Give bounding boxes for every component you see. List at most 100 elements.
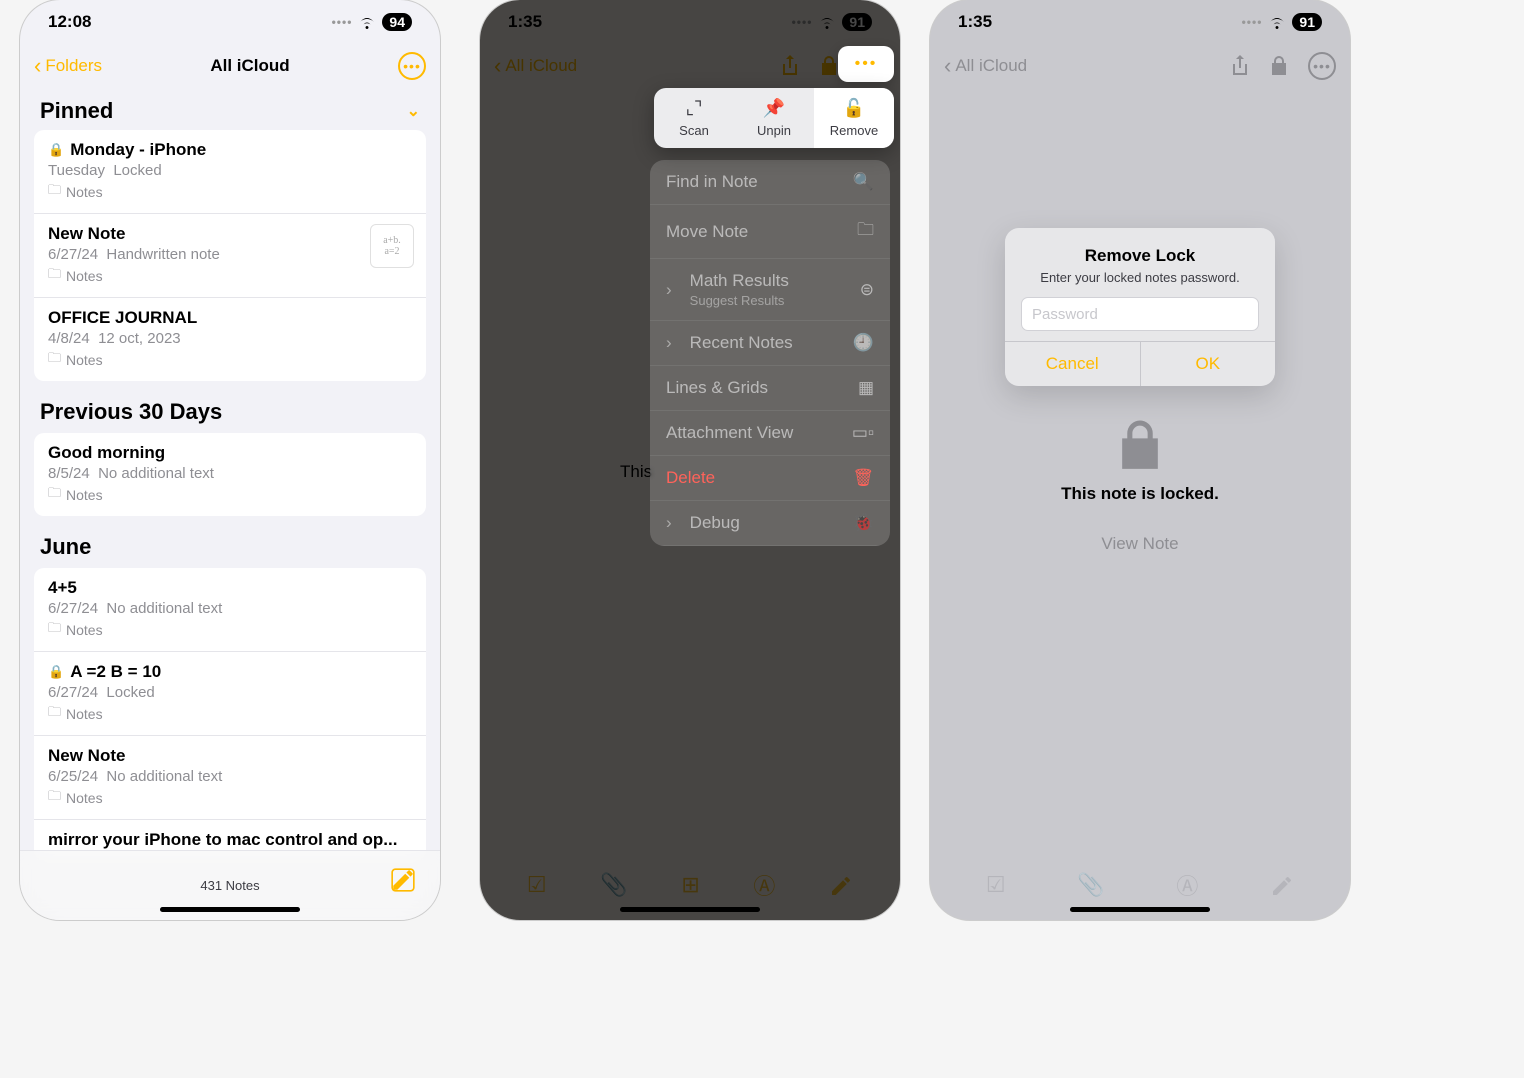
section-june-header: June <box>20 516 440 568</box>
text-style-icon[interactable]: Ⓐ <box>753 869 775 901</box>
lock-icon[interactable] <box>1270 55 1288 78</box>
back-button[interactable]: ‹ All iCloud <box>944 53 1027 79</box>
note-subtitle: 6/27/24 Handwritten note <box>48 246 412 263</box>
screen-notes-list: 12:08 •••• 94 ‹ Folders All iCloud ••• P… <box>20 0 440 920</box>
compose-button[interactable] <box>390 867 416 893</box>
note-thumbnail: a+b. a=2 <box>370 224 414 268</box>
note-folder: 🗀 Notes <box>48 181 412 203</box>
menu-recent-label: Recent Notes <box>690 333 793 353</box>
note-subtitle: 6/27/24 Locked <box>48 684 412 701</box>
cancel-button[interactable]: Cancel <box>1005 342 1141 386</box>
view-note-button[interactable]: View Note <box>930 534 1350 554</box>
menu-math[interactable]: › Math Results Suggest Results ⊜ <box>650 259 890 321</box>
menu-find[interactable]: Find in Note 🔍 <box>650 160 890 205</box>
folder-icon: 🗀 <box>48 181 61 203</box>
action-unpin[interactable]: 📌 Unpin <box>734 88 814 148</box>
back-label: All iCloud <box>505 56 577 76</box>
bug-icon: 🐞 <box>853 513 874 533</box>
note-title: Monday - iPhone <box>70 140 206 160</box>
context-menu: Find in Note 🔍 Move Note 🗀 › Math Result… <box>650 160 890 546</box>
action-scan-label: Scan <box>679 123 709 138</box>
menu-math-sub: Suggest Results <box>690 293 789 308</box>
menu-delete[interactable]: Delete 🗑 <box>650 456 890 501</box>
menu-lines[interactable]: Lines & Grids ▦ <box>650 366 890 411</box>
note-row[interactable]: New Note 6/25/24 No additional text 🗀 No… <box>34 736 426 820</box>
back-label: All iCloud <box>955 56 1027 76</box>
section-pinned-header[interactable]: Pinned ⌄ <box>20 88 440 130</box>
menu-move[interactable]: Move Note 🗀 <box>650 205 890 259</box>
alert-title: Remove Lock <box>1021 246 1259 266</box>
note-row[interactable]: 4+5 6/27/24 No additional text 🗀 Notes <box>34 568 426 652</box>
action-remove[interactable]: 🔓 Remove <box>814 88 894 148</box>
note-row[interactable]: 🔒 Monday - iPhone Tuesday Locked 🗀 Notes <box>34 130 426 214</box>
more-button[interactable]: ••• <box>398 52 426 80</box>
checklist-icon[interactable]: ☑ <box>527 872 547 898</box>
attachment-icon: 📎 <box>1077 872 1104 898</box>
action-row: ⌞⌝ Scan 📌 Unpin 🔓 Remove <box>654 88 894 148</box>
note-folder: 🗀 Notes <box>48 703 412 725</box>
note-folder: 🗀 Notes <box>48 265 412 287</box>
note-subtitle: 4/8/24 12 oct, 2023 <box>48 330 412 347</box>
navbar: ‹ Folders All iCloud ••• <box>20 44 440 88</box>
folder-icon: 🗀 <box>48 349 61 371</box>
menu-attachment-label: Attachment View <box>666 423 793 443</box>
status-time: 1:35 <box>958 12 992 32</box>
chevron-right-icon: › <box>666 280 672 300</box>
back-button[interactable]: ‹ All iCloud <box>494 53 577 79</box>
wifi-icon <box>1268 12 1286 32</box>
navbar: ‹ All iCloud ••• <box>930 44 1350 88</box>
note-row[interactable]: New Note 6/27/24 Handwritten note 🗀 Note… <box>34 214 426 298</box>
note-row[interactable]: 🔒 A =2 B = 10 6/27/24 Locked 🗀 Notes <box>34 652 426 736</box>
clock-icon: 🕘 <box>853 333 874 353</box>
note-title: New Note <box>48 746 412 766</box>
note-title: mirror your iPhone to mac control and op… <box>48 830 412 850</box>
note-body-text: This <box>620 462 652 482</box>
attachment-icon[interactable]: 📎 <box>600 872 627 898</box>
note-row[interactable]: Good morning 8/5/24 No additional text 🗀… <box>34 433 426 516</box>
equals-icon: ⊜ <box>860 280 874 300</box>
screen-note-menu: 1:35 •••• 91 ‹ All iCloud <box>480 0 900 920</box>
section-pinned-label: Pinned <box>40 98 113 124</box>
ok-button[interactable]: OK <box>1141 342 1276 386</box>
chevron-left-icon: ‹ <box>494 53 501 79</box>
home-indicator <box>160 907 300 912</box>
note-folder: 🗀 Notes <box>48 484 412 506</box>
menu-recent[interactable]: › Recent Notes 🕘 <box>650 321 890 366</box>
more-button-open[interactable]: ••• <box>838 46 894 82</box>
folder-icon: 🗀 <box>48 703 61 725</box>
chevron-left-icon: ‹ <box>944 53 951 79</box>
note-subtitle: 6/25/24 No additional text <box>48 768 412 785</box>
screen-remove-lock-alert: 1:35 •••• 91 ‹ All iCloud ••• <box>930 0 1350 920</box>
note-subtitle: 6/27/24 No additional text <box>48 600 412 617</box>
folder-icon: 🗀 <box>48 265 61 287</box>
menu-debug[interactable]: › Debug 🐞 <box>650 501 890 546</box>
compose-icon[interactable] <box>829 872 853 898</box>
ellipsis-icon: ••• <box>1313 58 1331 74</box>
note-row[interactable]: OFFICE JOURNAL 4/8/24 12 oct, 2023 🗀 Not… <box>34 298 426 381</box>
popout-container: ••• ⌞⌝ Scan 📌 Unpin 🔓 Remove <box>654 46 894 148</box>
note-subtitle: Tuesday Locked <box>48 162 412 179</box>
checklist-icon: ☑ <box>986 872 1006 898</box>
menu-lines-label: Lines & Grids <box>666 378 768 398</box>
folder-icon: 🗀 <box>48 484 61 506</box>
battery-indicator: 94 <box>382 13 412 31</box>
grid-icon: ▦ <box>858 378 874 398</box>
table-icon[interactable]: ⊞ <box>681 872 699 898</box>
battery-indicator: 91 <box>842 13 872 31</box>
menu-attachment[interactable]: Attachment View ▭▫ <box>650 411 890 456</box>
lock-large-icon <box>930 418 1350 474</box>
chevron-down-icon: ⌄ <box>407 101 420 121</box>
unpin-icon: 📌 <box>738 98 810 119</box>
chevron-right-icon: › <box>666 333 672 353</box>
wifi-icon <box>358 12 376 32</box>
compose-icon[interactable] <box>1270 872 1294 898</box>
note-subtitle: 8/5/24 No additional text <box>48 465 412 482</box>
share-icon[interactable] <box>1230 54 1250 78</box>
notes-count: 431 Notes <box>200 878 259 893</box>
menu-debug-label: Debug <box>690 513 740 533</box>
back-button[interactable]: ‹ Folders <box>34 53 102 79</box>
action-scan[interactable]: ⌞⌝ Scan <box>654 88 734 148</box>
password-input[interactable] <box>1021 297 1259 331</box>
more-button[interactable]: ••• <box>1308 52 1336 80</box>
alert-remove-lock: Remove Lock Enter your locked notes pass… <box>1005 228 1275 386</box>
